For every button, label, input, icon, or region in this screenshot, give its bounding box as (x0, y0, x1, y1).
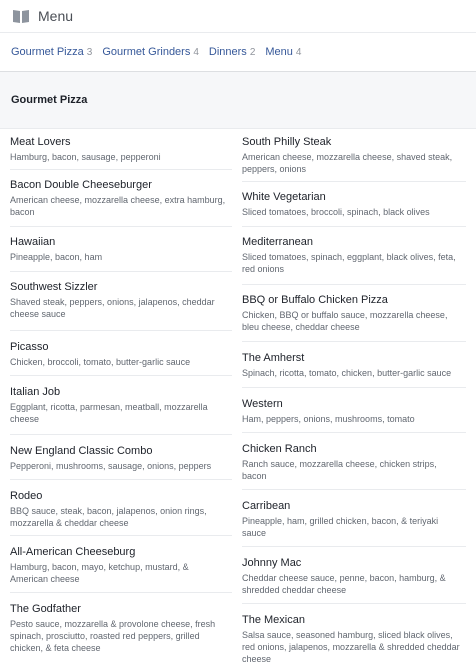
page-title: Menu (38, 8, 74, 24)
menu-header: Menu (0, 0, 476, 33)
item-name: The Amherst (242, 352, 305, 364)
menu-item[interactable]: Chicken Ranch Ranch sauce, mozzarella che… (242, 433, 466, 490)
menu-item[interactable]: White Vegetarian Sliced tomatoes, broccol… (242, 182, 466, 227)
menu-column-left: Meat Lovers Hamburg, bacon, sausage, pepp… (0, 129, 232, 672)
item-name: New England Classic Combo (10, 445, 153, 457)
menu-item[interactable]: Bacon Double Cheeseburger American cheese… (10, 170, 232, 227)
tab-label: Gourmet Grinders (102, 46, 191, 58)
item-name: Western (242, 398, 283, 410)
item-name: The Mexican (242, 614, 305, 626)
tab-gourmet-grinders[interactable]: Gourmet Grinders 4 (102, 46, 199, 58)
item-description: Shaved steak, peppers, onions, jalapenos… (10, 297, 215, 319)
section-title: Gourmet Pizza (11, 94, 88, 106)
item-description: Hamburg, bacon, mayo, ketchup, mustard, … (10, 562, 189, 584)
item-description: Cheddar cheese sauce, penne, bacon, hamb… (242, 573, 446, 595)
item-name: Rodeo (10, 490, 43, 502)
item-name: Picasso (10, 341, 49, 353)
tab-label: Gourmet Pizza (11, 46, 84, 58)
item-name: Carribean (242, 500, 291, 512)
tab-label: Dinners (208, 46, 247, 58)
menu-item[interactable]: Hawaiian Pineapple, bacon, ham (10, 227, 232, 272)
item-name: Italian Job (10, 386, 61, 398)
item-description: Ham, peppers, onions, mushrooms, tomato (242, 414, 415, 424)
item-name: All-American Cheeseburg (10, 546, 136, 558)
item-description: Ranch sauce, mozzarella cheese, chicken … (242, 459, 437, 481)
menu-item[interactable]: The Godfather Pesto sauce, mozzarella & p… (10, 593, 232, 663)
item-description: Eggplant, ricotta, parmesan, meatball, m… (10, 402, 208, 424)
menu-item[interactable]: Meat Lovers Hamburg, bacon, sausage, pepp… (10, 129, 232, 170)
menu-item[interactable]: Picasso Chicken, broccoli, tomato, butter… (10, 331, 232, 376)
tab-gourmet-pizza[interactable]: Gourmet Pizza 3 (11, 46, 92, 58)
menu-item[interactable]: Rodeo BBQ sauce, steak, bacon, jalapenos,… (10, 480, 232, 536)
menu-item[interactable]: Mediterranean Sliced tomatoes, spinach, e… (242, 227, 466, 285)
menu-items: Meat Lovers Hamburg, bacon, sausage, pepp… (0, 129, 476, 672)
item-name: Mediterranean (242, 236, 313, 248)
item-name: Chicken Ranch (242, 443, 317, 455)
item-description: American cheese, mozzarella cheese, extr… (10, 195, 226, 217)
menu-item[interactable]: The Mexican Salsa sauce, seasoned hamburg… (242, 604, 466, 672)
menu-item[interactable]: Johnny Mac Cheddar cheese sauce, penne, b… (242, 547, 466, 604)
tab-label: Menu (265, 46, 293, 58)
item-description: Sliced tomatoes, broccoli, spinach, blac… (242, 207, 430, 217)
tab-menu[interactable]: Menu 4 (265, 46, 301, 58)
item-description: Spinach, ricotta, tomato, chicken, butte… (242, 368, 452, 378)
menu-tabs: Gourmet Pizza 3 Gourmet Grinders 4 Dinners… (0, 33, 476, 72)
menu-column-right: South Philly Steak American cheese, mozza… (242, 129, 466, 672)
tab-count: 4 (295, 47, 302, 58)
tab-dinners[interactable]: Dinners 2 (209, 46, 255, 58)
item-description: Pineapple, bacon, ham (10, 252, 103, 262)
tab-count: 2 (249, 47, 256, 58)
item-description: Pineapple, ham, grilled chicken, bacon, … (242, 516, 439, 538)
item-description: Sliced tomatoes, spinach, eggplant, blac… (242, 252, 456, 274)
item-name: Bacon Double Cheeseburger (10, 179, 152, 191)
book-icon (13, 10, 29, 23)
item-description: Hamburg, bacon, sausage, pepperoni (10, 152, 161, 162)
item-description: Salsa sauce, seasoned hamburg, sliced bl… (242, 630, 460, 664)
item-name: Johnny Mac (242, 557, 302, 569)
item-name: Southwest Sizzler (10, 281, 98, 293)
menu-item[interactable]: Carribean Pineapple, ham, grilled chicken… (242, 490, 466, 547)
menu-item[interactable]: New England Classic Combo Pepperoni, mush… (10, 435, 232, 480)
item-name: BBQ or Buffalo Chicken Pizza (242, 294, 388, 306)
item-name: White Vegetarian (242, 191, 326, 203)
menu-item[interactable]: Western Ham, peppers, onions, mushrooms, … (242, 388, 466, 433)
item-name: Hawaiian (10, 236, 56, 248)
section-header: Gourmet Pizza (0, 72, 476, 129)
item-name: Meat Lovers (10, 136, 71, 148)
item-name: The Godfather (10, 603, 81, 615)
item-description: Chicken, broccoli, tomato, butter-garlic… (10, 357, 191, 367)
menu-item[interactable]: BBQ or Buffalo Chicken Pizza Chicken, BBQ… (242, 285, 466, 342)
item-description: Chicken, BBQ or buffalo sauce, mozzarell… (242, 310, 448, 332)
item-description: Pepperoni, mushrooms, sausage, onions, p… (10, 461, 212, 471)
item-name: South Philly Steak (242, 136, 332, 148)
item-description: BBQ sauce, steak, bacon, jalapenos, onio… (10, 506, 207, 528)
menu-item[interactable]: All-American Cheeseburg Hamburg, bacon, m… (10, 536, 232, 593)
menu-item[interactable]: Italian Job Eggplant, ricotta, parmesan, … (10, 376, 232, 435)
menu-item[interactable]: South Philly Steak American cheese, mozza… (242, 129, 466, 182)
menu-item[interactable]: Southwest Sizzler Shaved steak, peppers, … (10, 272, 232, 331)
menu-item[interactable]: The Amherst Spinach, ricotta, tomato, chi… (242, 342, 466, 388)
item-description: Pesto sauce, mozzarella & provolone chee… (10, 619, 216, 653)
tab-count: 4 (193, 47, 199, 58)
item-description: American cheese, mozzarella cheese, shav… (242, 152, 453, 174)
tab-count: 3 (86, 47, 93, 58)
